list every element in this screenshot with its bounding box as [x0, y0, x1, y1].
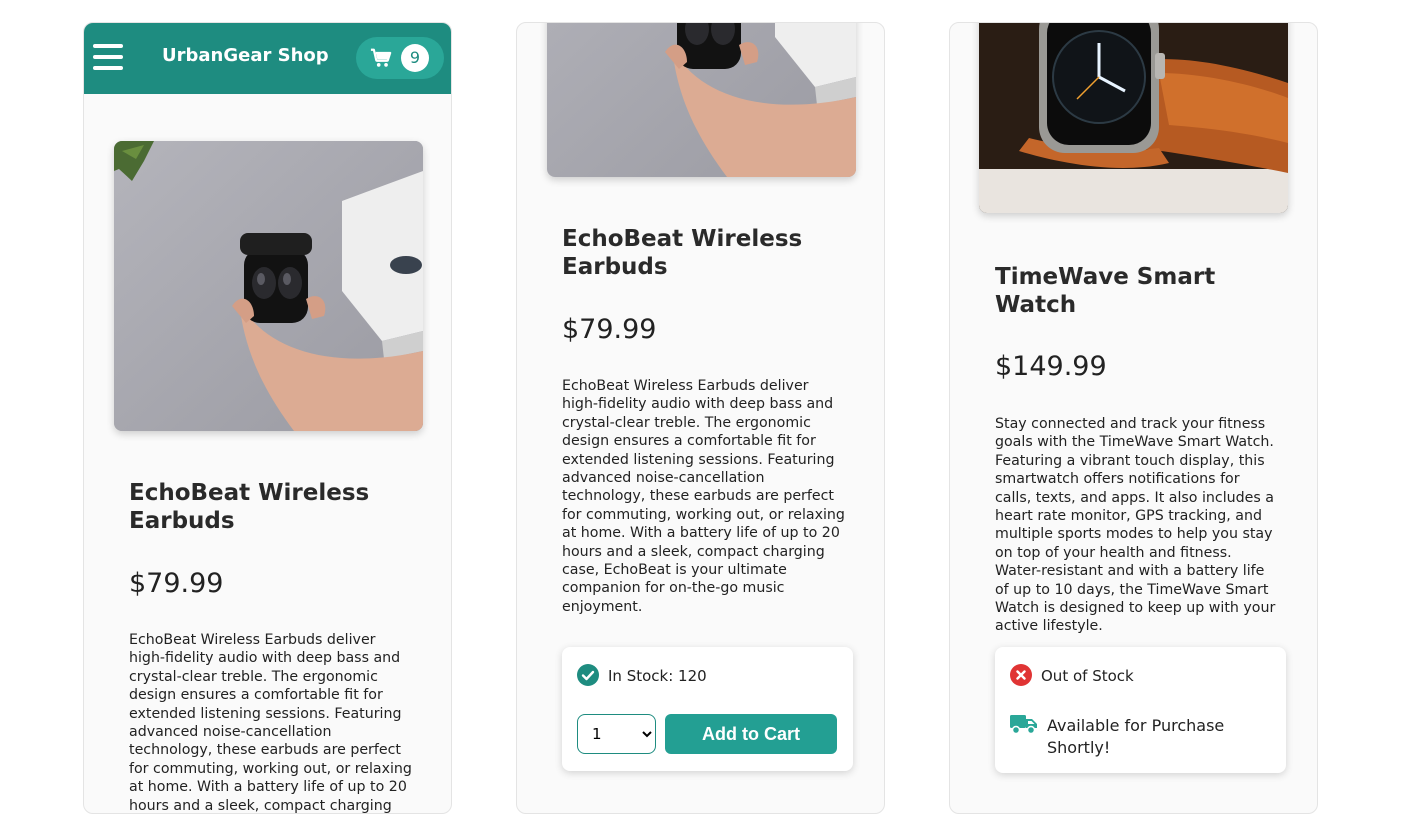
stock-card: Out of Stock Available for Purchase Shor…: [995, 647, 1286, 773]
cart-count-badge: 9: [401, 44, 429, 72]
smartwatch-photo-icon: [979, 23, 1288, 213]
x-circle-icon: [1010, 664, 1032, 686]
quantity-select[interactable]: 1: [577, 714, 656, 754]
product-screen-earbuds-scrolled: EchoBeat Wireless Earbuds $79.99 EchoBea…: [516, 22, 885, 814]
product-description: EchoBeat Wireless Earbuds deliver high-f…: [562, 378, 845, 615]
product-image: [547, 23, 856, 177]
product-price: $79.99: [562, 314, 657, 345]
app-header: UrbanGear Shop 9: [84, 23, 451, 94]
earbuds-photo-icon: [114, 141, 423, 431]
availability-text: Available for Purchase Shortly!: [1047, 716, 1225, 757]
add-to-cart-button[interactable]: Add to Cart: [665, 714, 837, 754]
earbuds-photo-icon: [547, 23, 856, 177]
product-price: $149.99: [995, 351, 1107, 382]
check-circle-icon: [577, 664, 599, 686]
stock-status-text: Out of Stock: [1041, 667, 1134, 685]
stock-status-text: In Stock: 120: [608, 667, 707, 685]
shop-title[interactable]: UrbanGear Shop: [162, 45, 329, 66]
product-description: EchoBeat Wireless Earbuds deliver high-f…: [129, 632, 412, 814]
product-screen-smartwatch: TimeWave Smart Watch $149.99 Stay connec…: [949, 22, 1318, 814]
product-description: Stay connected and track your fitness go…: [995, 416, 1276, 635]
menu-icon[interactable]: [93, 44, 123, 70]
product-image: [114, 141, 423, 431]
stock-card: In Stock: 120 1 Add to Cart: [562, 647, 853, 771]
product-name: TimeWave Smart Watch: [995, 264, 1216, 318]
product-price: $79.99: [129, 568, 224, 599]
truck-icon: [1010, 715, 1037, 735]
product-name: EchoBeat Wireless Earbuds: [129, 480, 370, 534]
product-name: EchoBeat Wireless Earbuds: [562, 226, 803, 280]
product-image: [979, 23, 1288, 213]
product-screen-earbuds-top: UrbanGear Shop 9 EchoBeat Wireless Earbu…: [83, 22, 452, 814]
shopping-cart-icon: [370, 48, 392, 67]
cart-button[interactable]: 9: [356, 37, 444, 79]
